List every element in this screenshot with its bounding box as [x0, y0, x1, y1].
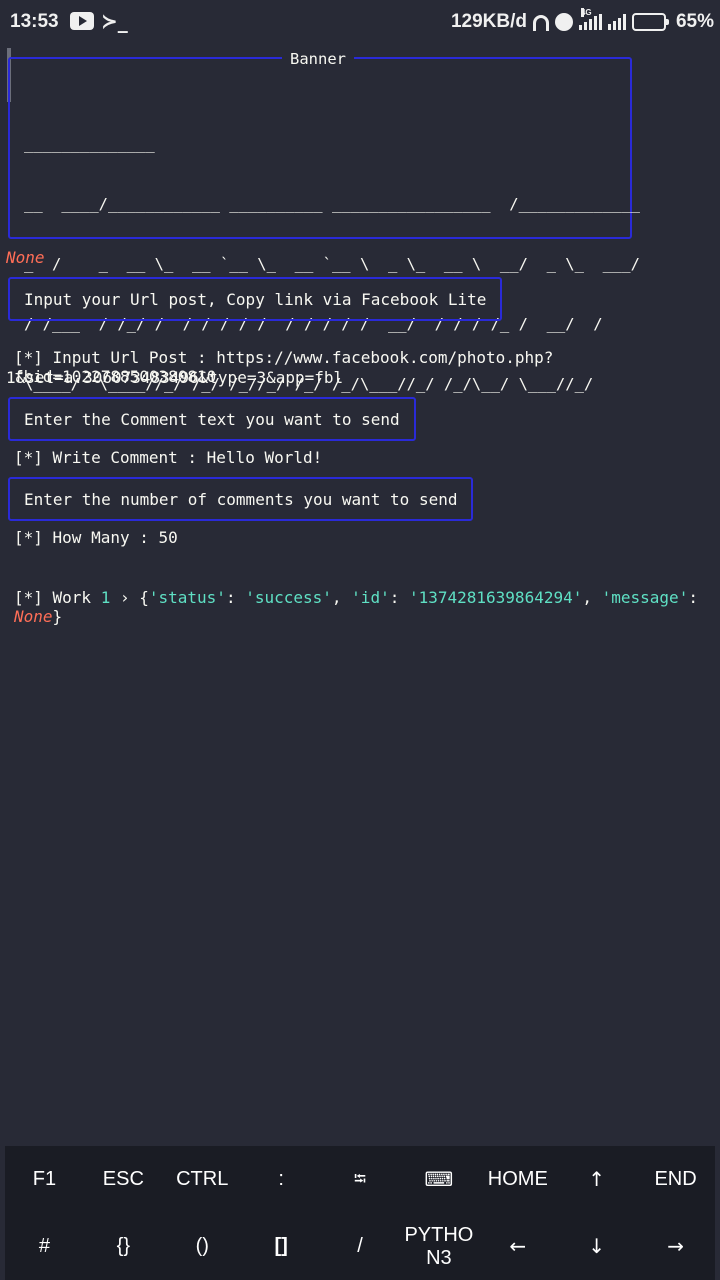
ascii-line: _ / _ __ \_ __ `__ \_ __ `__ \ _ \_ __ \…	[24, 255, 640, 273]
value-status: 'success'	[245, 588, 332, 607]
extra-keys-bar: F1 ESC CTRL : ⭾ ⌨ HOME ↑ END # {} () [] …	[5, 1146, 715, 1280]
battery-percent: 65%	[675, 11, 714, 32]
signal-4g-icon: 4G	[578, 8, 602, 30]
key-slash[interactable]: /	[321, 1213, 400, 1280]
status-bar: 13:53 ≻_ 129KB/d 4G 65%	[0, 0, 720, 44]
signal-icon	[607, 14, 626, 30]
colon: :	[225, 588, 246, 607]
url-input-line-wrap: 1&set=a.306073483496&type=3&app=fbl	[6, 368, 344, 387]
url-prompt-box: Input your Url post, Copy link via Faceb…	[8, 277, 503, 321]
count-prompt-box: Enter the number of comments you want to…	[8, 477, 474, 521]
extra-keys-row-2: # {} () [] / PYTHO N3 ← ↓ →	[5, 1213, 715, 1280]
status-right-group: 129KB/d 4G 65%	[450, 8, 714, 33]
howmany-input-line: [*] How Many : 50	[14, 528, 178, 547]
headset-icon	[532, 15, 549, 31]
key-message: 'message'	[601, 588, 689, 607]
comment-prompt-box: Enter the Comment text you want to send	[8, 397, 416, 441]
network-type-label: 4G	[580, 8, 592, 17]
key-hash[interactable]: #	[5, 1213, 84, 1280]
work-arrow: › {	[110, 588, 149, 607]
key-end[interactable]: END	[636, 1146, 715, 1213]
extra-keys-row-1: F1 ESC CTRL : ⭾ ⌨ HOME ↑ END	[5, 1146, 715, 1213]
ascii-line: __ ____/____________ __________ ________…	[24, 195, 640, 213]
separator: ,	[331, 588, 352, 607]
youtube-icon	[70, 12, 94, 30]
network-speed: 129KB/d	[450, 11, 527, 32]
separator: ,	[582, 588, 602, 607]
value-id: '1374281639864294'	[408, 588, 583, 607]
alarm-icon	[554, 13, 573, 31]
key-braces[interactable]: {}	[84, 1213, 163, 1280]
key-right-arrow[interactable]: →	[636, 1213, 715, 1280]
key-brackets[interactable]: []	[242, 1213, 321, 1280]
keyboard-icon[interactable]: ⌨	[399, 1146, 478, 1213]
key-down-arrow[interactable]: ↓	[557, 1213, 636, 1280]
work-number: 1	[100, 588, 111, 607]
ascii-line: ______________	[24, 135, 155, 153]
work-result-line: [*] Work 1 › {'status': 'success', 'id':…	[14, 588, 720, 626]
terminal-icon: ≻_	[101, 9, 128, 33]
key-up-arrow[interactable]: ↑	[557, 1146, 636, 1213]
key-ctrl[interactable]: CTRL	[163, 1146, 242, 1213]
key-esc[interactable]: ESC	[84, 1146, 163, 1213]
close-brace: }	[52, 607, 63, 626]
value-message: None	[14, 607, 53, 626]
key-f1[interactable]: F1	[5, 1146, 84, 1213]
colon: :	[688, 588, 698, 607]
comment-input-line: [*] Write Comment : Hello World!	[14, 448, 323, 467]
status-time: 13:53	[10, 11, 59, 32]
work-prefix: [*] Work	[14, 588, 101, 607]
battery-icon	[631, 13, 669, 31]
key-python3[interactable]: PYTHO N3	[399, 1213, 478, 1280]
key-left-arrow[interactable]: ←	[478, 1213, 557, 1280]
none-output: None	[6, 248, 45, 267]
key-parens[interactable]: ()	[163, 1213, 242, 1280]
banner-title: Banner	[282, 49, 354, 69]
key-status: 'status'	[148, 588, 226, 607]
colon: :	[389, 588, 409, 607]
key-home[interactable]: HOME	[478, 1146, 557, 1213]
key-tab-icon[interactable]: ⭾	[321, 1146, 400, 1213]
key-id: 'id'	[351, 588, 390, 607]
key-colon[interactable]: :	[242, 1146, 321, 1213]
